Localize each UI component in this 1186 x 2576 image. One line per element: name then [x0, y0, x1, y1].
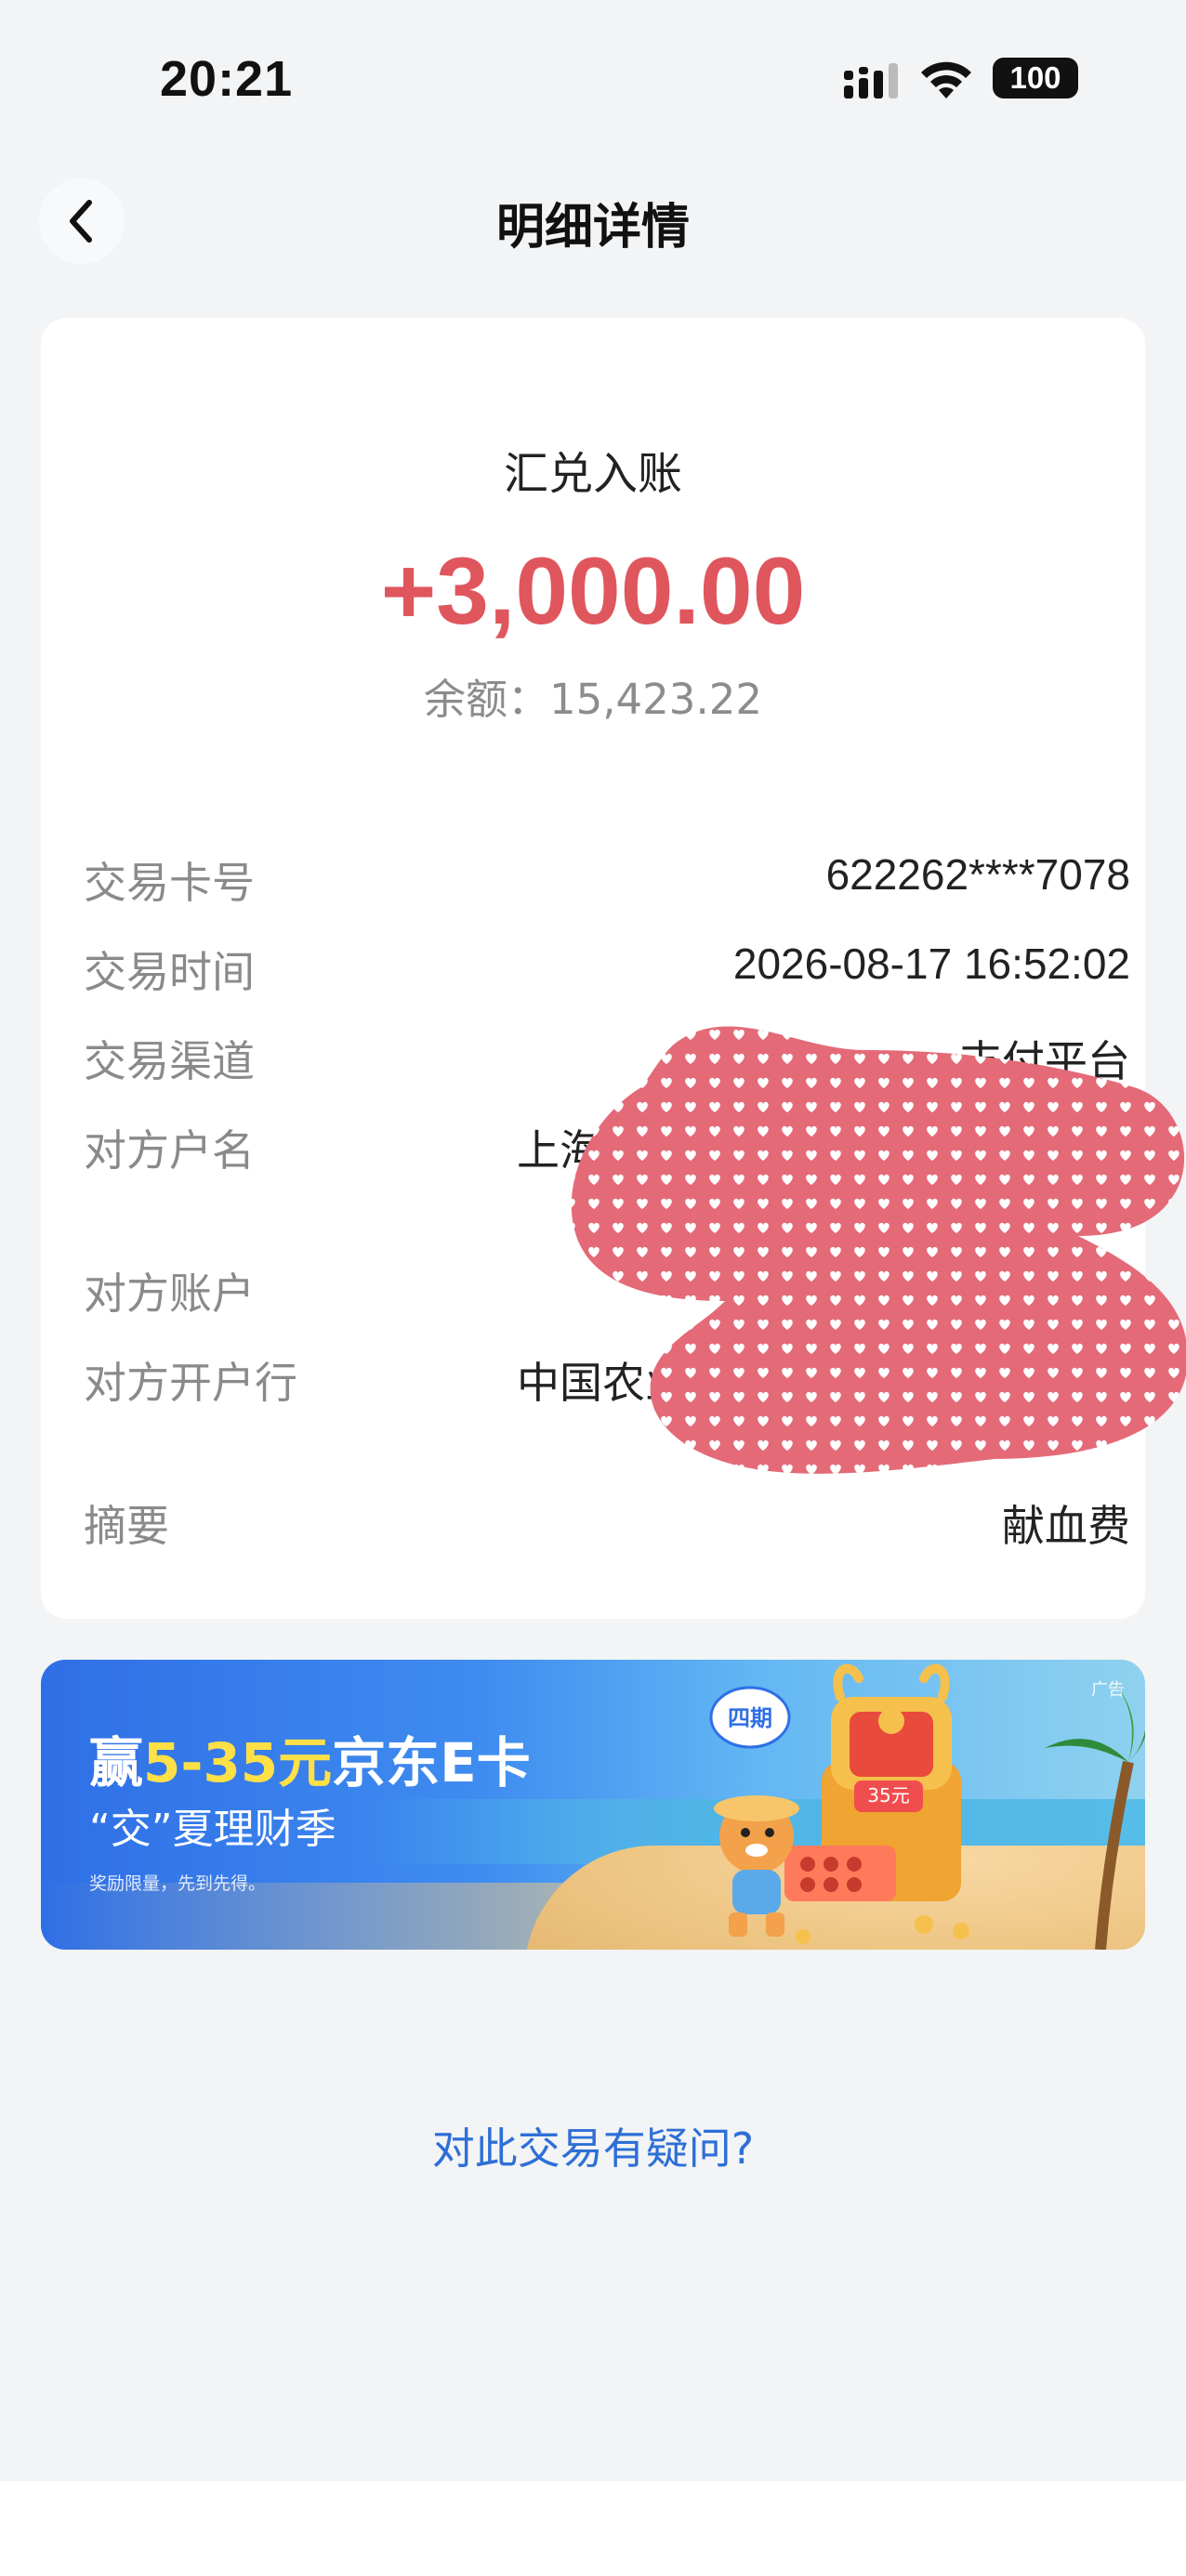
status-time: 20:21 [160, 51, 294, 107]
banner-title-prefix: 赢 [89, 1731, 144, 1794]
coupon-text: 35元 [867, 1784, 909, 1807]
wifi-icon [921, 61, 971, 99]
bottom-area [0, 2481, 1186, 2576]
banner-illustration: 35元 四期 [709, 1663, 1145, 1950]
banner-title-highlight: 5-35元 [143, 1731, 333, 1794]
detail-label: 摘要 [84, 1501, 169, 1551]
detail-label: 交易时间 [84, 947, 255, 997]
transaction-type: 汇兑入账 [503, 448, 682, 500]
banner-title-suffix: 京东E卡 [332, 1731, 531, 1794]
transaction-question-link[interactable]: 对此交易有疑问? [0, 2115, 1186, 2176]
detail-value: 2026-08-17 16:52:02 [732, 940, 1130, 988]
badge-bubble: 四期 [709, 1686, 791, 1749]
badge-text: 四期 [728, 1705, 772, 1731]
banner-note: 奖励限量，先到先得。 [89, 1873, 267, 1894]
account-balance: 余额：15,423.22 [423, 675, 763, 724]
cellular-signal-icon [844, 63, 898, 99]
promo-banner[interactable]: 赢5-35元京东E卡 “交”夏理财季 奖励限量，先到先得。 广告 35元 四期 [41, 1660, 1145, 1950]
banner-title: 赢5-35元京东E卡 [89, 1719, 531, 1797]
blind-box-machine: 35元 [784, 1663, 961, 1901]
detail-label: 交易渠道 [84, 1036, 255, 1086]
detail-row-card-number: 交易卡号 622262****7078 [84, 849, 1130, 909]
redaction-scribble [571, 1026, 1186, 1474]
battery-icon: 100 [993, 58, 1078, 99]
detail-label: 对方户名 [84, 1125, 255, 1176]
detail-row-time: 交易时间 2026-08-17 16:52:02 [84, 939, 1130, 998]
transaction-amount: +3,000.00 [380, 538, 806, 644]
page-title: 明细详情 [495, 200, 690, 256]
detail-label: 对方开户行 [84, 1358, 297, 1408]
banner-subtitle: “交”夏理财季 [89, 1806, 336, 1853]
detail-value: 622262****7078 [825, 850, 1130, 899]
detail-label: 交易卡号 [84, 858, 255, 908]
battery-level: 100 [1009, 60, 1061, 95]
detail-label: 对方账户 [84, 1268, 255, 1319]
palm-tree-icon [1045, 1678, 1145, 1950]
